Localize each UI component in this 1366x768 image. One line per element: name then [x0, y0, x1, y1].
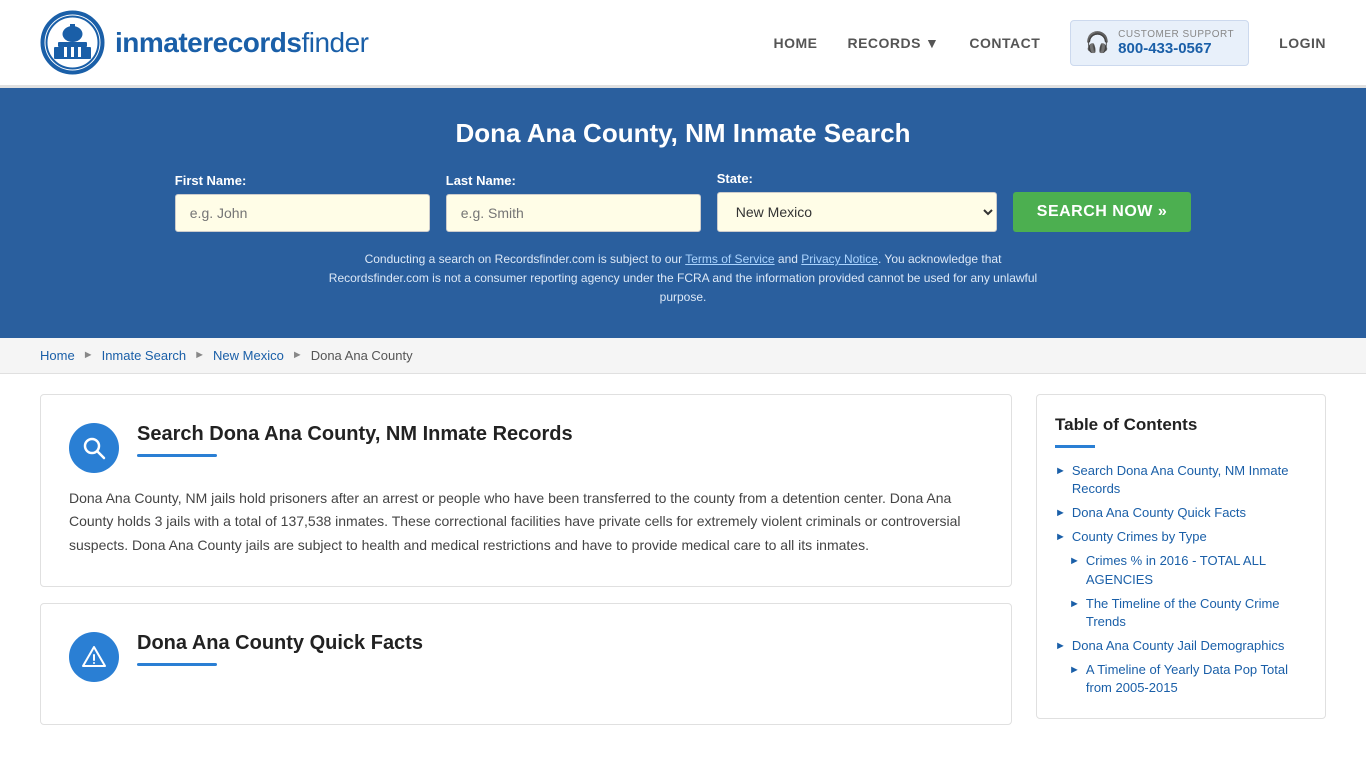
tos-link[interactable]: Terms of Service — [685, 252, 774, 266]
chevron-right-icon-3: ► — [1055, 530, 1066, 545]
toc-box: Table of Contents ► Search Dona Ana Coun… — [1036, 394, 1326, 719]
privacy-link[interactable]: Privacy Notice — [801, 252, 878, 266]
last-name-input[interactable] — [446, 194, 701, 232]
card-underline-2 — [137, 663, 217, 666]
logo-icon — [40, 10, 105, 75]
toc-item-3[interactable]: ► County Crimes by Type — [1055, 528, 1307, 546]
hero-section: Dona Ana County, NM Inmate Search First … — [0, 88, 1366, 338]
breadcrumb-home[interactable]: Home — [40, 348, 75, 363]
chevron-right-icon-4: ► — [1069, 554, 1080, 569]
chevron-right-icon-1: ► — [1055, 464, 1066, 479]
chevron-right-icon-6: ► — [1055, 639, 1066, 654]
last-name-label: Last Name: — [446, 173, 516, 188]
sidebar: Table of Contents ► Search Dona Ana Coun… — [1036, 394, 1326, 741]
card-header-2: Dona Ana County Quick Facts — [69, 632, 979, 682]
breadcrumb-sep-1: ► — [83, 349, 94, 361]
chevron-right-icon-5: ► — [1069, 597, 1080, 612]
breadcrumb-inmate-search[interactable]: Inmate Search — [102, 348, 187, 363]
card-title-2: Dona Ana County Quick Facts — [137, 632, 979, 655]
quick-facts-card: Dona Ana County Quick Facts — [40, 603, 1012, 725]
warning-icon — [81, 644, 107, 670]
toc-item-5[interactable]: ► The Timeline of the County Crime Trend… — [1055, 595, 1307, 631]
nav-contact[interactable]: CONTACT — [969, 35, 1040, 51]
content-left: Search Dona Ana County, NM Inmate Record… — [40, 394, 1036, 741]
support-text: CUSTOMER SUPPORT 800-433-0567 — [1118, 29, 1234, 57]
chevron-right-icon-7: ► — [1069, 663, 1080, 678]
nav-records[interactable]: RECORDS ▼ — [847, 35, 939, 51]
card-title-area-2: Dona Ana County Quick Facts — [137, 632, 979, 666]
first-name-label: First Name: — [175, 173, 247, 188]
nav-home[interactable]: HOME — [773, 35, 817, 51]
first-name-input[interactable] — [175, 194, 430, 232]
chevron-down-icon: ▼ — [925, 35, 939, 51]
toc-item-2[interactable]: ► Dona Ana County Quick Facts — [1055, 504, 1307, 522]
nav-login[interactable]: LOGIN — [1279, 35, 1326, 51]
search-icon — [81, 435, 107, 461]
card-body-1: Dona Ana County, NM jails hold prisoners… — [69, 487, 979, 558]
search-circle-icon — [69, 423, 119, 473]
toc-item-4[interactable]: ► Crimes % in 2016 - TOTAL ALL AGENCIES — [1055, 552, 1307, 588]
main-content: Search Dona Ana County, NM Inmate Record… — [0, 374, 1366, 761]
card-title-area-1: Search Dona Ana County, NM Inmate Record… — [137, 423, 979, 457]
state-label: State: — [717, 171, 753, 186]
first-name-group: First Name: — [175, 173, 430, 232]
card-underline-1 — [137, 454, 217, 457]
state-select[interactable]: New Mexico Alabama Alaska Arizona Califo… — [717, 192, 997, 232]
main-nav: HOME RECORDS ▼ CONTACT 🎧 CUSTOMER SUPPOR… — [773, 20, 1326, 66]
logo-text: inmaterecordsfinder — [115, 27, 369, 59]
breadcrumb-sep-2: ► — [194, 349, 205, 361]
toc-item-6[interactable]: ► Dona Ana County Jail Demographics — [1055, 637, 1307, 655]
breadcrumb: Home ► Inmate Search ► New Mexico ► Dona… — [0, 338, 1366, 374]
chevron-right-icon-2: ► — [1055, 506, 1066, 521]
toc-list: ► Search Dona Ana County, NM Inmate Reco… — [1055, 462, 1307, 698]
search-form: First Name: Last Name: State: New Mexico… — [40, 171, 1326, 232]
hero-disclaimer: Conducting a search on Recordsfinder.com… — [323, 250, 1043, 308]
breadcrumb-sep-3: ► — [292, 349, 303, 361]
customer-support-box[interactable]: 🎧 CUSTOMER SUPPORT 800-433-0567 — [1070, 20, 1249, 66]
toc-item-1[interactable]: ► Search Dona Ana County, NM Inmate Reco… — [1055, 462, 1307, 498]
card-title-1: Search Dona Ana County, NM Inmate Record… — [137, 423, 979, 446]
card-header-1: Search Dona Ana County, NM Inmate Record… — [69, 423, 979, 473]
inmate-records-card: Search Dona Ana County, NM Inmate Record… — [40, 394, 1012, 587]
hero-title: Dona Ana County, NM Inmate Search — [40, 118, 1326, 149]
breadcrumb-current: Dona Ana County — [311, 348, 413, 363]
search-button[interactable]: SEARCH NOW » — [1013, 192, 1191, 232]
breadcrumb-new-mexico[interactable]: New Mexico — [213, 348, 284, 363]
toc-divider — [1055, 445, 1095, 448]
toc-title: Table of Contents — [1055, 415, 1307, 435]
site-header: inmaterecordsfinder HOME RECORDS ▼ CONTA… — [0, 0, 1366, 88]
toc-item-7[interactable]: ► A Timeline of Yearly Data Pop Total fr… — [1055, 661, 1307, 697]
logo[interactable]: inmaterecordsfinder — [40, 10, 369, 75]
state-group: State: New Mexico Alabama Alaska Arizona… — [717, 171, 997, 232]
last-name-group: Last Name: — [446, 173, 701, 232]
warning-circle-icon — [69, 632, 119, 682]
headset-icon: 🎧 — [1085, 30, 1110, 55]
